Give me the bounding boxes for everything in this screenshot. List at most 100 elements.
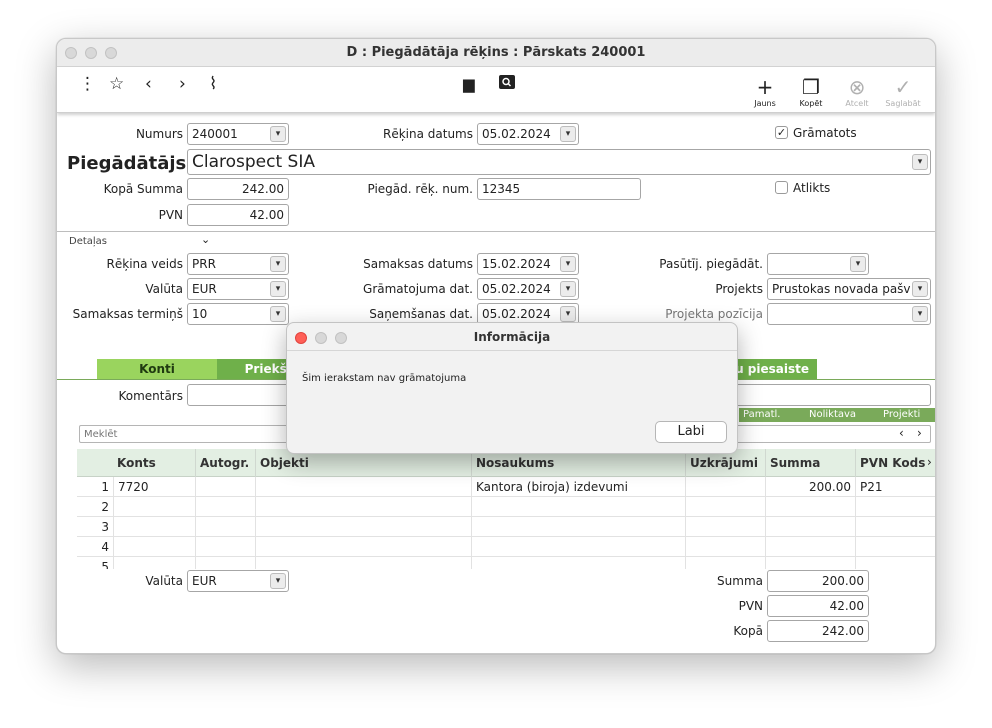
info-dialog: Informācija Šim ierakstam nav grāmatojum… bbox=[286, 322, 738, 454]
payment-term-label: Samaksas termiņš bbox=[72, 307, 183, 321]
dialog-zoom-button[interactable] bbox=[335, 332, 347, 344]
attachment-icon[interactable]: ⌇ bbox=[209, 75, 217, 93]
payment-date-field[interactable]: 15.02.2024 ▾ bbox=[477, 253, 579, 275]
project-position-select[interactable]: ▾ bbox=[767, 303, 931, 325]
footer-currency-select[interactable]: EUR ▾ bbox=[187, 570, 289, 592]
title-bar: D : Piegādātāja rēķins : Pārskats 240001 bbox=[57, 39, 935, 67]
chevron-down-icon: ▾ bbox=[912, 306, 928, 322]
col-autogr[interactable]: Autogr. bbox=[195, 449, 255, 477]
col-pvn-kods[interactable]: PVN Kods bbox=[855, 449, 935, 477]
subtab-noliktava[interactable]: Noliktava bbox=[809, 409, 856, 420]
cancel-button[interactable]: ⊗ Atcelt bbox=[839, 77, 875, 108]
chevron-down-icon: ▾ bbox=[560, 256, 576, 272]
details-section-label: Detaļas bbox=[69, 236, 108, 247]
chevron-down-icon: ▾ bbox=[560, 281, 576, 297]
footer-currency-label: Valūta bbox=[145, 574, 183, 588]
number-select[interactable]: 240001 ▾ bbox=[187, 123, 289, 145]
chevron-down-icon: ▾ bbox=[270, 281, 286, 297]
chevron-down-icon: ▾ bbox=[560, 126, 576, 142]
more-menu-icon[interactable]: ⋮ bbox=[79, 75, 96, 93]
postponed-label: Atlikts bbox=[793, 181, 831, 195]
currency-select[interactable]: EUR ▾ bbox=[187, 278, 289, 300]
plus-icon: + bbox=[756, 75, 774, 99]
chevron-down-icon: ▾ bbox=[270, 573, 286, 589]
footer-vat-field[interactable]: 42.00 bbox=[767, 595, 869, 617]
invoice-date-label: Rēķina datums bbox=[383, 127, 473, 141]
invoice-type-select[interactable]: PRR ▾ bbox=[187, 253, 289, 275]
project-label: Projekts bbox=[715, 282, 763, 296]
copy-icon: ❐ bbox=[802, 75, 820, 99]
supplier-label: Piegādātājs bbox=[67, 153, 187, 174]
subtab-bar: Pamatl. Noliktava Projekti bbox=[739, 408, 935, 422]
project-select[interactable]: Prustokas novada pašv ▾ bbox=[767, 278, 931, 300]
booked-checkbox[interactable]: ✓ bbox=[775, 126, 788, 139]
chevron-down-icon: ▾ bbox=[270, 306, 286, 322]
footer-vat-label: PVN bbox=[738, 599, 763, 613]
chevron-down-icon: ▾ bbox=[270, 256, 286, 272]
invoice-type-label: Rēķina veids bbox=[106, 257, 183, 271]
print-icon[interactable]: ▆ bbox=[463, 75, 475, 93]
search-window-icon[interactable] bbox=[499, 75, 515, 93]
postponed-checkbox[interactable] bbox=[775, 181, 788, 194]
new-button[interactable]: + Jauns bbox=[747, 77, 783, 108]
table-row[interactable]: 4 bbox=[77, 537, 935, 557]
toolbar: ⋮ ☆ ‹ › ⌇ ▆ + Jauns ❐ Kopēt ⊗ Atcelt ✓ S… bbox=[57, 67, 935, 113]
total-field[interactable]: 242.00 bbox=[187, 178, 289, 200]
checkmark-icon: ✓ bbox=[894, 75, 912, 99]
footer-total-label: Kopā bbox=[733, 624, 763, 638]
payment-term-select[interactable]: 10 ▾ bbox=[187, 303, 289, 325]
save-button[interactable]: ✓ Saglabāt bbox=[885, 77, 921, 108]
cancel-x-icon: ⊗ bbox=[848, 75, 866, 99]
chevron-down-icon: ▾ bbox=[560, 306, 576, 322]
order-supplier-label: Pasūtīj. piegādāt. bbox=[659, 257, 763, 271]
subtab-projekti[interactable]: Projekti bbox=[883, 409, 920, 420]
col-konts[interactable]: Konts bbox=[113, 449, 195, 477]
forward-arrow-icon[interactable]: › bbox=[179, 75, 186, 93]
table-row[interactable]: 3 bbox=[77, 517, 935, 537]
table-row[interactable]: 2 bbox=[77, 497, 935, 517]
booking-date-field[interactable]: 05.02.2024 ▾ bbox=[477, 278, 579, 300]
ok-button[interactable]: Labi bbox=[655, 421, 727, 443]
footer-total-field[interactable]: 242.00 bbox=[767, 620, 869, 642]
favorite-star-icon[interactable]: ☆ bbox=[109, 75, 124, 93]
chevron-down-icon: ▾ bbox=[912, 154, 928, 170]
order-supplier-select[interactable]: ▾ bbox=[767, 253, 869, 275]
scroll-right-icon[interactable]: › bbox=[927, 455, 932, 469]
footer-sum-field[interactable]: 200.00 bbox=[767, 570, 869, 592]
invoice-date-field[interactable]: 05.02.2024 ▾ bbox=[477, 123, 579, 145]
chevron-down-icon: ▾ bbox=[912, 281, 928, 297]
vat-label: PVN bbox=[158, 208, 183, 222]
currency-label: Valūta bbox=[145, 282, 183, 296]
section-divider bbox=[57, 231, 935, 232]
window-title: D : Piegādātāja rēķins : Pārskats 240001 bbox=[346, 45, 646, 60]
total-label: Kopā Summa bbox=[103, 182, 183, 196]
receive-date-label: Saņemšanas dat. bbox=[369, 307, 473, 321]
comment-label: Komentārs bbox=[118, 389, 183, 403]
table-row[interactable]: 1 7720 Kantora (biroja) izdevumi 200.00 … bbox=[77, 477, 935, 497]
tab-konti[interactable]: Konti bbox=[97, 359, 217, 379]
dialog-title: Informācija bbox=[287, 323, 737, 351]
chevron-down-icon: ▾ bbox=[270, 126, 286, 142]
subtab-pamatl[interactable]: Pamatl. bbox=[743, 409, 780, 420]
copy-button[interactable]: ❐ Kopēt bbox=[793, 77, 829, 108]
payment-date-label: Samaksas datums bbox=[363, 257, 473, 271]
supplier-invoice-label: Piegād. rēķ. num. bbox=[367, 182, 473, 196]
prev-page-icon[interactable]: ‹ bbox=[899, 426, 904, 440]
vat-field[interactable]: 42.00 bbox=[187, 204, 289, 226]
booked-label: Grāmatots bbox=[793, 126, 857, 140]
footer-sum-label: Summa bbox=[717, 574, 763, 588]
chevron-down-icon: ▾ bbox=[850, 256, 866, 272]
col-summa[interactable]: Summa bbox=[765, 449, 855, 477]
table-row[interactable]: 5 bbox=[77, 557, 935, 569]
number-label: Numurs bbox=[135, 127, 183, 141]
dialog-message: Šim ierakstam nav grāmatojuma bbox=[302, 373, 467, 384]
dialog-minimize-button[interactable] bbox=[315, 332, 327, 344]
supplier-invoice-field[interactable]: 12345 bbox=[477, 178, 641, 200]
project-position-label: Projekta pozīcija bbox=[665, 307, 763, 321]
booking-date-label: Grāmatojuma dat. bbox=[363, 282, 473, 296]
dialog-close-button[interactable] bbox=[295, 332, 307, 344]
details-chevron-icon[interactable]: ⌄ bbox=[201, 233, 210, 246]
supplier-select[interactable]: Clarospect SIA ▾ bbox=[187, 149, 931, 175]
back-arrow-icon[interactable]: ‹ bbox=[145, 75, 152, 93]
next-page-icon[interactable]: › bbox=[917, 426, 922, 440]
